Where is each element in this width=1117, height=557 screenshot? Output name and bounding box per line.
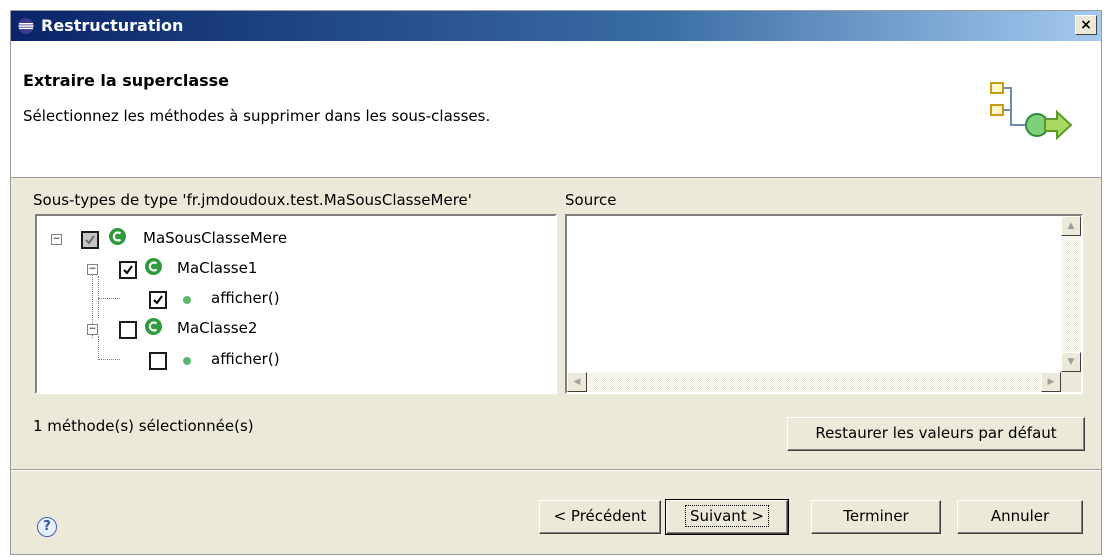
scroll-down-icon[interactable]: ▼ bbox=[1061, 352, 1081, 372]
checkbox-maclasse1-afficher[interactable] bbox=[149, 291, 167, 309]
subtypes-label: Sous-types de type 'fr.jmdoudoux.test.Ma… bbox=[33, 191, 472, 209]
source-label: Source bbox=[565, 191, 617, 209]
subtypes-tree[interactable]: − MaSousClasseMere − MaClasse1 afficher(… bbox=[35, 214, 557, 394]
tree-node-label: MaSousClasseMere bbox=[143, 229, 288, 247]
cancel-button[interactable]: Annuler bbox=[957, 500, 1083, 534]
title-bar: Restructuration × bbox=[11, 11, 1101, 41]
tree-node-maclasse1-afficher[interactable]: afficher() bbox=[37, 288, 547, 312]
class-icon bbox=[145, 258, 162, 275]
refactoring-dialog: Restructuration × Extraire la superclass… bbox=[10, 10, 1102, 555]
eclipse-icon bbox=[17, 17, 35, 35]
collapse-icon[interactable]: − bbox=[87, 264, 98, 275]
tree-node-masousclassemere[interactable]: − MaSousClasseMere bbox=[37, 228, 547, 252]
collapse-icon[interactable]: − bbox=[51, 234, 62, 245]
next-button-label: Suivant > bbox=[685, 505, 769, 527]
vertical-scrollbar[interactable]: ▲ ▼ bbox=[1061, 216, 1081, 372]
checkbox-maclasse2[interactable] bbox=[119, 321, 137, 339]
page-title: Extraire la superclasse bbox=[23, 71, 230, 90]
class-icon bbox=[145, 318, 162, 335]
horizontal-scrollbar[interactable]: ◀ ▶ bbox=[567, 372, 1061, 392]
tree-node-label: MaClasse1 bbox=[177, 259, 258, 277]
checkbox-maclasse2-afficher[interactable] bbox=[149, 352, 167, 370]
tree-node-maclasse2[interactable]: − MaClasse2 bbox=[37, 318, 547, 342]
tree-node-maclasse2-afficher[interactable]: afficher() bbox=[37, 349, 547, 373]
separator bbox=[11, 469, 1101, 471]
tree-node-label: MaClasse2 bbox=[177, 319, 258, 337]
previous-button[interactable]: < Précédent bbox=[539, 500, 661, 534]
restore-defaults-button[interactable]: Restaurer les valeurs par défaut bbox=[787, 417, 1085, 451]
tree-node-maclasse1[interactable]: − MaClasse1 bbox=[37, 258, 547, 282]
extract-superclass-icon bbox=[989, 81, 1073, 145]
method-icon bbox=[183, 296, 191, 304]
scroll-right-icon[interactable]: ▶ bbox=[1041, 372, 1061, 392]
finish-button[interactable]: Terminer bbox=[811, 500, 941, 534]
method-icon bbox=[183, 357, 191, 365]
scroll-left-icon[interactable]: ◀ bbox=[567, 372, 587, 392]
checkbox-maclasse1[interactable] bbox=[119, 261, 137, 279]
close-button[interactable]: × bbox=[1075, 15, 1097, 35]
next-button[interactable]: Suivant > bbox=[665, 499, 789, 535]
wizard-banner: Extraire la superclasse Sélectionnez les… bbox=[11, 41, 1101, 178]
window-title: Restructuration bbox=[41, 16, 184, 35]
source-viewer[interactable]: ▲ ▼ ◀ ▶ bbox=[565, 214, 1083, 394]
tree-node-label: afficher() bbox=[211, 289, 280, 307]
checkbox-masousclassemere[interactable] bbox=[81, 231, 99, 249]
selection-count: 1 méthode(s) sélectionnée(s) bbox=[33, 417, 254, 435]
tree-node-label: afficher() bbox=[211, 350, 280, 368]
help-icon[interactable]: ? bbox=[37, 517, 57, 537]
collapse-icon[interactable]: − bbox=[87, 324, 98, 335]
class-icon bbox=[109, 228, 126, 245]
page-description: Sélectionnez les méthodes à supprimer da… bbox=[23, 107, 491, 125]
scrollbar-corner bbox=[1061, 372, 1081, 392]
scroll-up-icon[interactable]: ▲ bbox=[1061, 216, 1081, 236]
